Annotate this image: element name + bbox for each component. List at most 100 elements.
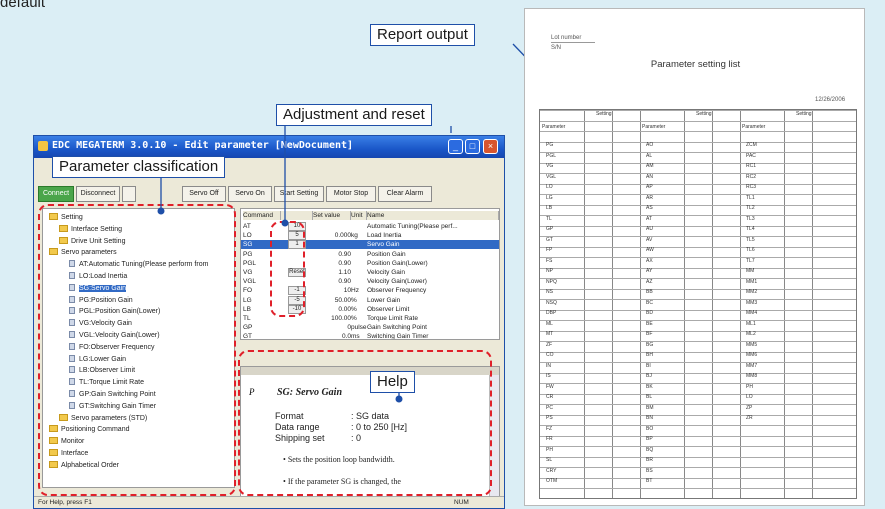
- report-col-divider: [784, 110, 785, 498]
- report-parameter-cell: BK: [646, 383, 653, 390]
- report-parameter-cell: BL: [646, 394, 653, 400]
- report-parameter-cell: BR: [646, 457, 653, 463]
- report-row-divider: [540, 152, 856, 153]
- report-header-parameter: Parameter: [642, 124, 666, 130]
- report-row-divider: [540, 383, 856, 384]
- report-row-divider: [540, 288, 856, 290]
- report-parameter-cell: ZCM: [746, 142, 757, 148]
- report-parameter-cell: GT: [546, 236, 553, 243]
- report-parameter-cell: MM6: [746, 352, 758, 358]
- report-col-divider: [812, 110, 813, 498]
- report-row-divider: [540, 351, 856, 353]
- report-parameter-cell: MT: [546, 331, 554, 337]
- report-parameter-cell: BF: [646, 331, 653, 337]
- report-header-setting: Setting: [596, 111, 612, 117]
- report-row-divider: [540, 183, 856, 185]
- report-parameter-cell: PS: [546, 415, 553, 421]
- report-parameter-cell: MM: [746, 268, 755, 274]
- report-row-divider: [540, 236, 856, 237]
- report-parameter-cell: BS: [646, 467, 653, 474]
- report-parameter-cell: PC: [546, 404, 553, 411]
- report-header-parameter: Parameter: [742, 124, 766, 130]
- report-table: Parameter Setting Parameter Setting Paramete…: [539, 109, 857, 499]
- report-parameter-cell: BC: [646, 299, 653, 306]
- report-parameter-cell: AL: [646, 152, 653, 159]
- report-parameter-cell: LO: [546, 184, 553, 190]
- report-parameter-cell: BG: [646, 341, 654, 348]
- report-parameter-cell: TL5: [746, 236, 755, 243]
- report-parameter-cell: BM: [646, 404, 654, 411]
- report-row-divider: [540, 372, 856, 374]
- report-col-divider: [584, 110, 585, 498]
- report-parameter-cell: NPQ: [546, 278, 557, 285]
- report-row-divider: [540, 173, 856, 174]
- report-parameter-cell: LG: [546, 194, 553, 201]
- report-parameter-cell: BN: [646, 415, 653, 421]
- report-parameter-cell: MM5: [746, 341, 758, 348]
- report-row-divider: [540, 278, 856, 279]
- report-row-divider: [540, 194, 856, 195]
- report-row-divider: [540, 435, 856, 437]
- report-parameter-cell: MM3: [746, 299, 758, 306]
- report-parameter-cell: CO: [546, 352, 554, 358]
- report-parameter-cell: BT: [646, 478, 653, 484]
- report-parameter-cell: IS: [546, 373, 551, 379]
- report-parameter-cell: PH: [546, 446, 553, 453]
- report-parameter-cell: BQ: [646, 446, 654, 453]
- report-lot-underline: [551, 42, 595, 43]
- report-parameter-cell: AY: [646, 268, 653, 274]
- report-row-divider: [540, 141, 856, 143]
- report-parameter-cell: VG: [546, 163, 554, 169]
- report-parameter-cell: AZ: [646, 278, 653, 285]
- report-page: Lot number S/N Parameter setting list 12…: [524, 8, 865, 506]
- report-parameter-cell: PH: [746, 383, 753, 390]
- report-serial: S/N: [551, 45, 562, 51]
- report-parameter-cell: RC1: [746, 163, 757, 169]
- report-parameter-cell: BB: [646, 289, 653, 295]
- report-parameter-cell: AS: [646, 205, 653, 211]
- report-parameter-cell: ZP: [746, 404, 753, 411]
- report-parameter-cell: RC3: [746, 184, 757, 190]
- report-title: Parameter setting list: [650, 59, 741, 70]
- report-header-parameter: Parameter: [542, 124, 566, 130]
- report-parameter-cell: FW: [546, 383, 554, 390]
- report-parameter-cell: NP: [546, 268, 553, 274]
- report-parameter-cell: BH: [646, 352, 653, 358]
- report-lot-number: Lot number: [551, 35, 582, 41]
- report-parameter-cell: MM4: [746, 310, 758, 316]
- report-parameter-cell: FP: [546, 247, 553, 253]
- report-parameter-cell: AT: [646, 215, 653, 222]
- report-row-divider: [540, 404, 856, 405]
- report-parameter-cell: BO: [646, 425, 654, 432]
- report-row-divider: [540, 477, 856, 479]
- report-row-divider: [540, 425, 856, 426]
- report-parameter-cell: AU: [646, 226, 653, 232]
- report-parameter-cell: FR: [546, 436, 553, 442]
- parameter-classification-callout: Parameter classification: [52, 156, 226, 178]
- report-parameter-cell: AN: [646, 173, 653, 180]
- report-row-divider: [540, 414, 856, 416]
- adjustment-reset-callout: Adjustment and reset: [276, 104, 432, 126]
- report-parameter-cell: AR: [646, 194, 653, 201]
- report-parameter-cell: CRY: [546, 467, 557, 474]
- report-parameter-cell: BD: [646, 310, 653, 316]
- report-parameter-cell: TL7: [746, 257, 755, 264]
- report-parameter-cell: AX: [646, 257, 653, 264]
- report-parameter-cell: BJ: [646, 373, 652, 379]
- report-parameter-cell: TL3: [746, 215, 755, 222]
- report-row-divider: [540, 267, 856, 269]
- report-parameter-cell: TL4: [746, 226, 755, 232]
- report-row-divider: [540, 299, 856, 300]
- report-parameter-cell: RC2: [746, 173, 757, 180]
- report-row-divider: [540, 393, 856, 395]
- report-parameter-cell: AW: [646, 247, 654, 253]
- report-parameter-cell: GP: [546, 226, 554, 232]
- report-parameter-cell: ZF: [546, 341, 553, 348]
- report-col-divider: [684, 110, 685, 498]
- report-row-divider: [540, 488, 856, 489]
- report-parameter-cell: NS: [546, 289, 553, 295]
- report-parameter-cell: AO: [646, 142, 654, 148]
- report-row-divider: [540, 456, 856, 458]
- report-row-divider: [540, 362, 856, 363]
- report-parameter-cell: FS: [546, 257, 553, 264]
